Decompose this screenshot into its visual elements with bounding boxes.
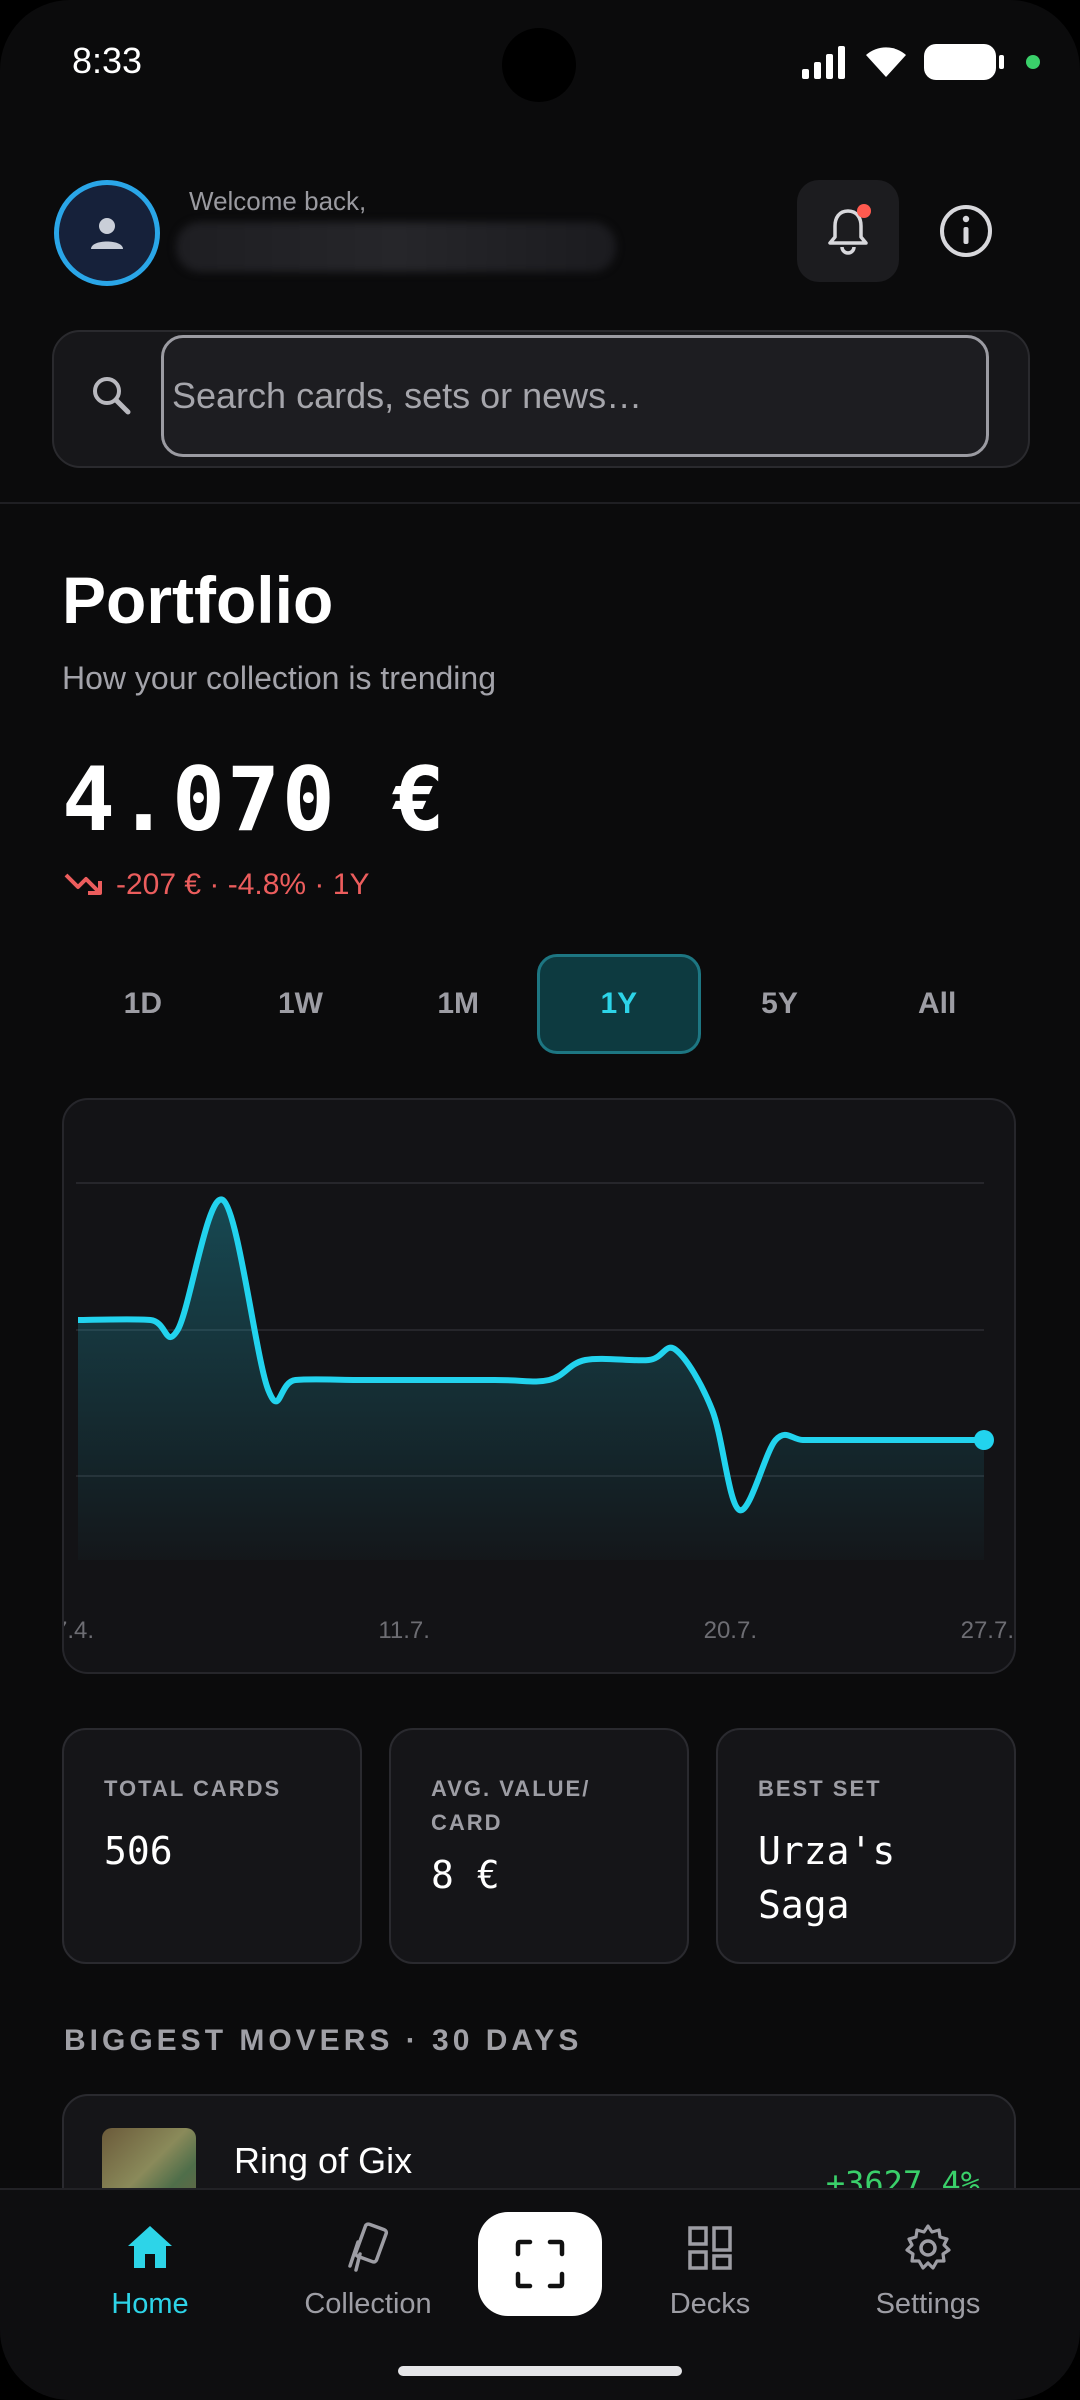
home-indicator [398, 2366, 682, 2376]
page-title: Portfolio [62, 563, 334, 637]
range-selector: 1D 1W 1M 1Y 5Y All [64, 954, 1016, 1054]
search-bar [52, 330, 1030, 468]
stat-label: BEST SET [758, 1776, 882, 1801]
range-all[interactable]: All [858, 954, 1016, 1054]
search-input[interactable] [161, 335, 989, 457]
range-1m[interactable]: 1M [379, 954, 537, 1054]
battery-icon [924, 44, 1004, 80]
nav-decks[interactable]: Decks [630, 2218, 790, 2321]
range-1y[interactable]: 1Y [537, 954, 701, 1054]
nav-collection[interactable]: Collection [288, 2218, 448, 2321]
stat-label: AVG. VALUE/ CARD [431, 1776, 591, 1835]
range-1d[interactable]: 1D [64, 954, 222, 1054]
redacted-username [176, 222, 616, 272]
nav-label: Settings [875, 2288, 981, 2320]
nav-label: Home [111, 2288, 189, 2320]
stat-value: Urza's Saga [758, 1829, 896, 1927]
section-title: BIGGEST MOVERS · 30 DAYS [64, 2024, 583, 2057]
chart-svg: 7.4. 11.7. 20.7. 27.7. [64, 1182, 1014, 1644]
card-name: Ring of Gix [234, 2140, 413, 2181]
user-icon [91, 218, 123, 249]
scan-icon [515, 2239, 565, 2289]
portfolio-chart[interactable]: 7.4. 11.7. 20.7. 27.7. [62, 1098, 1016, 1674]
welcome-text: Welcome back, [189, 186, 367, 216]
nav-label: Decks [669, 2288, 751, 2320]
stat-value: 8 € [431, 1853, 500, 1897]
portfolio-change-text: -207 € · -4.8% · 1Y [116, 868, 370, 901]
info-icon [940, 205, 992, 257]
range-5y[interactable]: 5Y [701, 954, 859, 1054]
portfolio-value: 4.070 € [62, 748, 447, 851]
signal-icon [802, 46, 845, 79]
home-icon [128, 2226, 172, 2268]
stat-best-set: BEST SET Urza's Saga [716, 1728, 1016, 1964]
chart-x-tick-label: 7.4. [64, 1617, 94, 1644]
status-time: 8:33 [72, 40, 143, 81]
cards-icon [348, 2222, 389, 2272]
page-subtitle: How your collection is trending [62, 660, 496, 696]
nav-home[interactable]: Home [70, 2218, 230, 2321]
wifi-icon [866, 47, 906, 77]
range-1w[interactable]: 1W [222, 954, 380, 1054]
search-icon [93, 377, 131, 415]
app-screen: 8:33 Welcome back, Search cards, sets or… [0, 0, 1080, 2400]
portfolio-change: -207 € · -4.8% · 1Y [64, 868, 369, 902]
nav-label: Collection [304, 2288, 432, 2320]
status-bar: 8:33 [0, 0, 1080, 130]
chart-x-tick-label: 27.7. [961, 1617, 1014, 1644]
stat-value: 506 [104, 1829, 173, 1873]
trend-down-icon [64, 873, 102, 895]
status-icons [800, 44, 1040, 80]
chart-x-tick-label: 20.7. [704, 1617, 757, 1644]
notifications-button[interactable] [797, 180, 899, 282]
header-divider [0, 502, 1080, 504]
scan-button[interactable] [478, 2212, 602, 2316]
avatar[interactable] [54, 180, 160, 286]
stat-label: TOTAL CARDS [104, 1776, 282, 1801]
chart-point [974, 1430, 994, 1450]
grid-icon [688, 2226, 732, 2270]
stat-avg-value: AVG. VALUE/ CARD 8 € [389, 1728, 689, 1964]
camera-cutout [502, 28, 576, 102]
chart-x-tick-label: 11.7. [378, 1617, 430, 1644]
nav-settings[interactable]: Settings [848, 2218, 1008, 2321]
info-button[interactable] [915, 180, 1017, 282]
stat-total-cards: TOTAL CARDS 506 [62, 1728, 362, 1964]
gear-icon [905, 2224, 951, 2270]
privacy-indicator [1026, 55, 1040, 69]
notification-dot [857, 204, 871, 218]
